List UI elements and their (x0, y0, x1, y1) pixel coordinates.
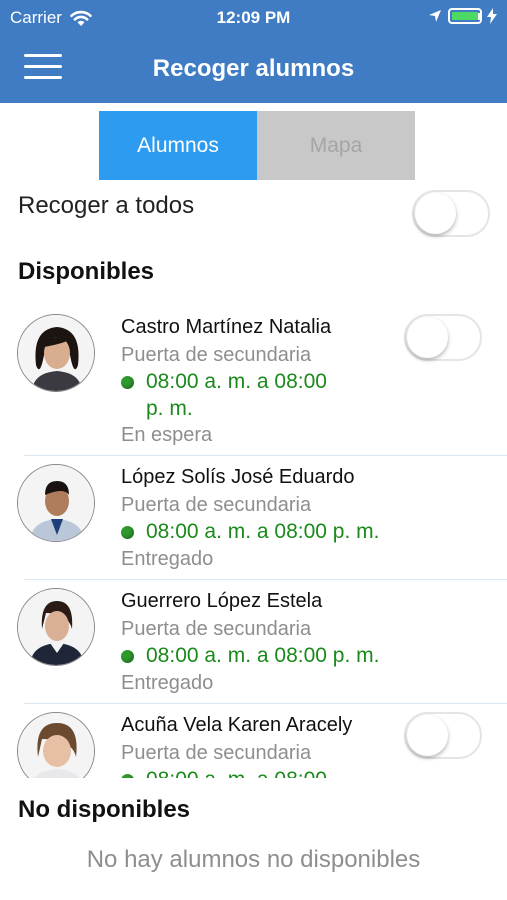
student-time: 08:00 a. m. a 08:00 p. m. (121, 518, 379, 545)
status-dot-icon (121, 773, 134, 778)
student-time: 08:00 a. m. a 08:00 p. m. (121, 642, 379, 669)
list-item[interactable]: López Solís José Eduardo Puerta de secun… (0, 456, 507, 579)
page-title: Recoger alumnos (152, 55, 355, 82)
tab-alumnos[interactable]: Alumnos (99, 111, 257, 180)
avatar (17, 314, 95, 392)
student-door: Puerta de secundaria (121, 742, 312, 764)
student-time: 08:00 a. m. a 08:00 (121, 368, 327, 395)
pickup-all-toggle[interactable] (412, 190, 490, 237)
segmented-control: Alumnos Mapa (99, 111, 415, 180)
student-time-cont: p. m. (146, 397, 193, 420)
student-status: En espera (121, 424, 213, 446)
avatar (17, 588, 95, 666)
empty-state-text: No hay alumnos no disponibles (86, 846, 421, 873)
charging-bolt-icon (487, 8, 497, 24)
available-heading: Disponibles (18, 258, 155, 285)
pickup-all-label: Recoger a todos (18, 192, 195, 219)
student-time: 08:00 a. m. a 08:00 (121, 766, 327, 778)
nav-bar: Recoger alumnos (0, 36, 507, 103)
unavailable-heading: No disponibles (18, 796, 191, 823)
student-toggle[interactable] (404, 712, 482, 759)
student-name: López Solís José Eduardo (121, 466, 355, 488)
student-door: Puerta de secundaria (121, 494, 312, 516)
students-list: Castro Martínez Natalia Puerta de secund… (0, 302, 507, 778)
list-item[interactable]: Guerrero López Estela Puerta de secundar… (0, 580, 507, 704)
battery-icon (448, 8, 482, 24)
student-name: Castro Martínez Natalia (121, 316, 332, 338)
student-toggle[interactable] (404, 314, 482, 361)
status-icons (428, 8, 497, 24)
toggle-knob (407, 317, 448, 358)
toggle-knob (415, 193, 456, 234)
avatar (17, 712, 95, 778)
student-door: Puerta de secundaria (121, 618, 312, 640)
student-door: Puerta de secundaria (121, 344, 312, 366)
student-status: Entregado (121, 548, 214, 570)
toggle-knob (407, 715, 448, 756)
student-status: Entregado (121, 672, 214, 694)
status-dot-icon (121, 649, 134, 663)
list-item[interactable]: Acuña Vela Karen Aracely Puerta de secun… (0, 704, 507, 778)
status-bar: Carrier 12:09 PM (0, 0, 507, 36)
status-dot-icon (121, 525, 134, 539)
status-dot-icon (121, 375, 134, 389)
location-arrow-icon (429, 10, 441, 22)
student-name: Guerrero López Estela (121, 590, 323, 612)
tab-mapa[interactable]: Mapa (257, 111, 415, 180)
list-item[interactable]: Castro Martínez Natalia Puerta de secund… (0, 302, 507, 457)
avatar (17, 464, 95, 542)
student-name: Acuña Vela Karen Aracely (121, 714, 353, 736)
